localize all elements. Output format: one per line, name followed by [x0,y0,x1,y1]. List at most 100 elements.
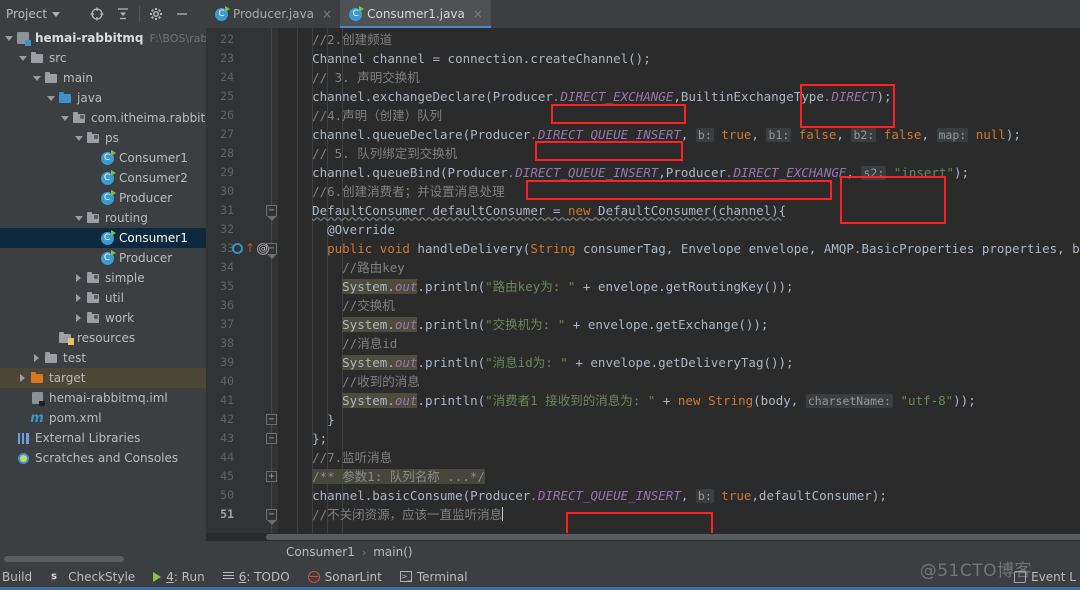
code-line-23[interactable]: Channel channel = connection.createChann… [312,49,651,68]
code-line-40[interactable]: //收到的消息 [342,372,420,391]
tree-item-target[interactable]: target [0,368,206,388]
status-item-event-log[interactable]: Event L [1014,570,1076,584]
chevron-down-icon[interactable] [58,115,71,121]
module-icon [15,32,31,46]
tree-item-main[interactable]: main [0,68,206,88]
chevron-right-icon[interactable] [72,274,85,282]
code-line-41[interactable]: System.out.println("消费者1 接收到的消息为: " + ne… [342,391,976,410]
tree-item-work[interactable]: work [0,308,206,328]
code-line-33[interactable]: public void handleDelivery(String consum… [327,239,1080,258]
project-tree[interactable]: hemai-rabbitmq F:\BOS\rabbitM src main java c… [0,28,206,555]
tree-item-consumer1[interactable]: Consumer1 [0,228,206,248]
fold-toggle-end[interactable]: − [266,509,277,525]
tree-item-ps[interactable]: ps [0,128,206,148]
chevron-down-icon[interactable] [44,95,57,101]
minimize-icon[interactable] [169,1,195,27]
code-line-31[interactable]: DefaultConsumer defaultConsumer = new De… [312,201,786,220]
close-icon[interactable]: × [322,7,332,21]
tree-item-hemai-rabbitmq[interactable]: hemai-rabbitmq F:\BOS\rabbitM [0,28,206,48]
tree-item-consumer1[interactable]: Consumer1 [0,148,206,168]
code-line-43[interactable]: }; [312,429,327,448]
code-line-38[interactable]: //消息id [342,334,397,353]
code-line-25[interactable]: channel.exchangeDeclare(Producer.DIRECT_… [312,87,892,106]
code-line-34[interactable]: //路由key [342,258,405,277]
code-line-42[interactable]: } [327,410,335,429]
editor-gutter[interactable]: 22 23 24 25 26 27 28 29 30 31 32 33 34 35 36 37 38 39 40 41… [206,28,278,541]
run-label: : Run [173,569,205,584]
status-item-checkstyle[interactable]: s CheckStyle [50,569,135,584]
tree-item-simple[interactable]: simple [0,268,206,288]
fold-toggle-minus[interactable]: − [266,433,277,444]
breadcrumb-method[interactable]: main() [373,545,412,559]
code-line-29[interactable]: channel.queueBind(Producer.DIRECT_QUEUE_… [312,163,969,182]
code-content[interactable]: //2.创建频道 Channel channel = connection.cre… [278,28,1080,541]
tab-producer-java[interactable]: Producer.java × [206,0,341,28]
tree-item-consumer2[interactable]: Consumer2 [0,168,206,188]
chevron-down-icon[interactable] [72,135,85,141]
status-item-terminal[interactable]: >_ Terminal [399,570,468,584]
code-line-30[interactable]: //6.创建消费者；并设置消息处理 [312,182,505,201]
code-line-24[interactable]: // 3. 声明交换机 [312,68,420,87]
code-line-50[interactable]: channel.basicConsume(Producer.DIRECT_QUE… [312,486,887,505]
sidebar-hscrollbar[interactable] [0,555,206,563]
override-annotation-icon[interactable]: @ [257,242,270,255]
tree-item-test[interactable]: test [0,348,206,368]
tree-item-src[interactable]: src [0,48,206,68]
fold-toggle-end[interactable]: − [266,205,277,221]
chevron-down-icon[interactable] [52,11,61,17]
chevron-down-icon[interactable] [16,55,29,61]
chevron-down-icon[interactable] [30,75,43,81]
tree-item-java[interactable]: java [0,88,206,108]
line-number: 22 [220,32,234,46]
code-line-32[interactable]: @Override [327,220,395,239]
fold-toggle-plus[interactable]: + [266,471,277,482]
chevron-down-icon[interactable] [2,35,15,41]
settings-gear-icon[interactable] [143,1,169,27]
code-line-28[interactable]: // 5. 队列绑定到交换机 [312,144,457,163]
chevron-right-icon[interactable] [72,314,85,322]
collapse-all-icon[interactable] [110,1,136,27]
code-editor[interactable]: 22 23 24 25 26 27 28 29 30 31 32 33 34 35 36 37 38 39 40 41… [206,28,1080,541]
project-panel-title[interactable]: Project [0,7,84,21]
code-line-44[interactable]: //7.监听消息 [312,448,392,467]
chevron-right-icon[interactable] [72,294,85,302]
editor-scroll-thumb[interactable] [266,534,1080,540]
line-number: 43 [220,431,234,445]
tree-item-com-itheima-rabbitmq[interactable]: com.itheima.rabbitmq [0,108,206,128]
chevron-right-icon[interactable] [30,354,43,362]
tab-consumer1-java[interactable]: Consumer1.java × [340,0,491,28]
sidebar-scroll-thumb[interactable] [4,556,124,562]
status-item-build[interactable]: Build [2,570,32,584]
code-line-36[interactable]: //交换机 [342,296,395,315]
tree-item-resources[interactable]: resources [0,328,206,348]
code-line-37[interactable]: System.out.println("交换机为: " + envelope.g… [342,315,768,334]
tree-item-pom-xml[interactable]: m pom.xml [0,408,206,428]
code-line-35[interactable]: System.out.println("路由key为: " + envelope… [342,277,794,296]
tree-item-external-libraries[interactable]: External Libraries [0,428,206,448]
code-line-27[interactable]: channel.queueDeclare(Producer.DIRECT_QUE… [312,125,1021,144]
arrow-up-icon: ↑ [245,241,256,255]
tree-item-routing[interactable]: routing [0,208,206,228]
tree-item-hemai-rabbitmq-iml[interactable]: hemai-rabbitmq.iml [0,388,206,408]
status-item-todo[interactable]: 6: TODO [222,570,290,584]
implementing-method-icon[interactable] [232,243,243,254]
fold-toggle-minus[interactable]: − [266,414,277,425]
locate-icon[interactable] [84,1,110,27]
editor-hscrollbar[interactable] [206,533,1080,541]
close-icon[interactable]: × [473,7,483,21]
code-line-39[interactable]: System.out.println("消息id为: " + envelope.… [342,353,794,372]
code-line-45[interactable]: /** 参数1: 队列名称 ...*/ [312,467,485,486]
code-line-22[interactable]: //2.创建频道 [312,30,392,49]
tree-item-producer[interactable]: Producer [0,188,206,208]
code-line-51[interactable]: //不关闭资源，应该一直监听消息 [312,505,504,524]
chevron-right-icon[interactable] [16,374,29,382]
status-bar: Build s CheckStyle 4: Run 6: TODO SonarL… [0,563,1080,590]
status-item-sonarlint[interactable]: SonarLint [307,570,382,584]
tree-item-scratches-and-consoles[interactable]: Scratches and Consoles [0,448,206,468]
tree-item-util[interactable]: util [0,288,206,308]
breadcrumb-class[interactable]: Consumer1 [286,545,355,559]
tree-item-producer[interactable]: Producer [0,248,206,268]
status-item-run[interactable]: 4: Run [153,570,205,584]
code-line-26[interactable]: //4.声明（创建）队列 [312,106,442,125]
chevron-down-icon[interactable] [72,215,85,221]
